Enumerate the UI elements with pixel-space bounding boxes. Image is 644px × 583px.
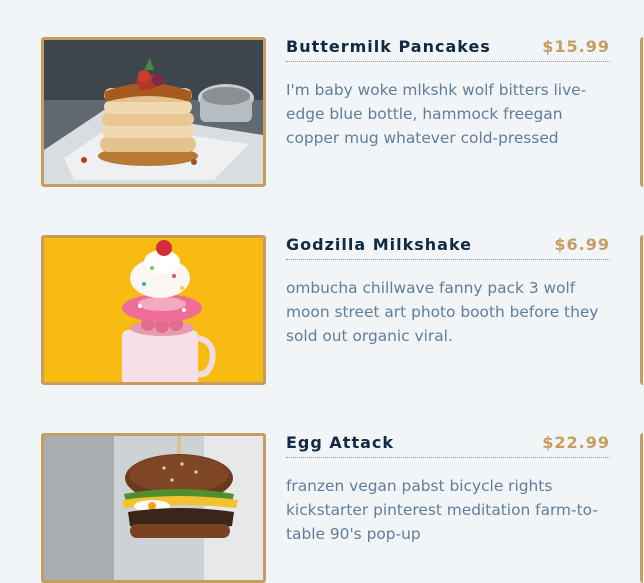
menu-item-description: ombucha chillwave fanny pack 3 wolf moon… [286, 279, 599, 345]
menu-item-header: Buttermilk Pancakes $15.99 [286, 37, 610, 62]
menu-item-title: Godzilla Milkshake [286, 235, 473, 254]
next-column-card-edge [640, 37, 644, 187]
pancakes-photo [41, 37, 266, 187]
menu-item-title: Egg Attack [286, 433, 395, 452]
menu-item-price: $15.99 [542, 37, 610, 56]
menu-item-title: Buttermilk Pancakes [286, 37, 491, 56]
menu-item-price: $6.99 [554, 235, 610, 254]
menu-item-info: Egg Attack $22.99 franzen vegan pabst bi… [286, 433, 610, 561]
menu-item-info: Godzilla Milkshake $6.99 ombucha chillwa… [286, 235, 610, 363]
menu-item-header: Godzilla Milkshake $6.99 [286, 235, 610, 260]
next-column-card-edge [640, 235, 644, 385]
milkshake-photo [41, 235, 266, 385]
menu-item-description: franzen vegan pabst bicycle rights kicks… [286, 477, 598, 543]
menu-item: Egg Attack $22.99 franzen vegan pabst bi… [41, 433, 610, 583]
menu-item-header: Egg Attack $22.99 [286, 433, 610, 458]
menu-item: Buttermilk Pancakes $15.99 I'm baby woke… [41, 37, 610, 187]
next-column-card-edge [640, 433, 644, 583]
menu-item-description: I'm baby woke mlkshk wolf bitters live-e… [286, 81, 587, 147]
burger-photo [41, 433, 266, 583]
menu-item-price: $22.99 [542, 433, 610, 452]
menu-item-info: Buttermilk Pancakes $15.99 I'm baby woke… [286, 37, 610, 165]
menu-item: Godzilla Milkshake $6.99 ombucha chillwa… [41, 235, 610, 385]
